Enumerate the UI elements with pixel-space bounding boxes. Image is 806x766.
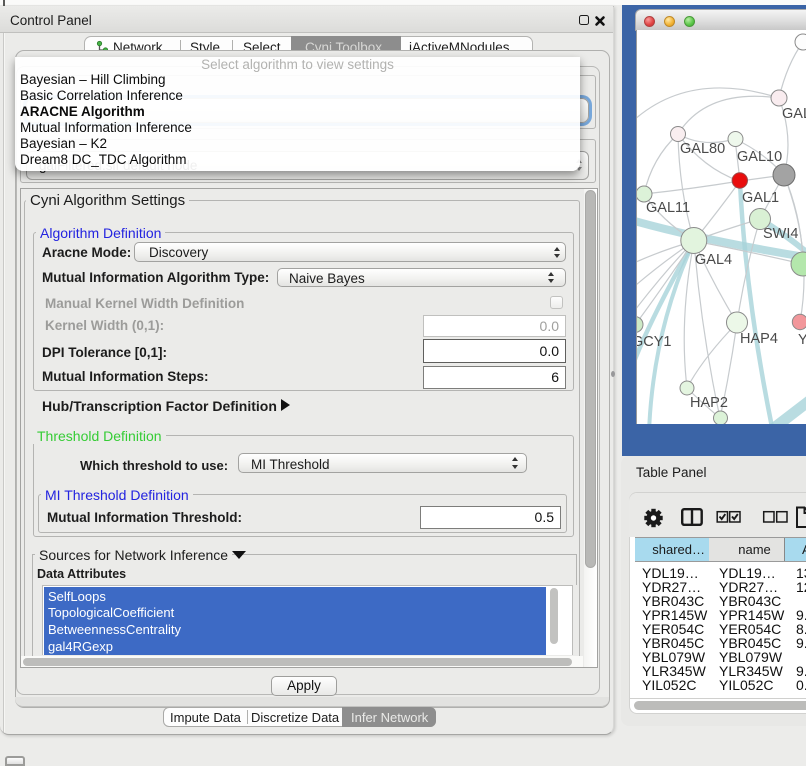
svg-text:HAP2: HAP2 xyxy=(690,395,728,411)
svg-text:GCY1: GCY1 xyxy=(637,334,672,350)
svg-text:GAL1: GAL1 xyxy=(742,190,779,206)
svg-text:GAL80: GAL80 xyxy=(680,141,725,157)
svg-text:GAL11: GAL11 xyxy=(646,200,690,216)
svg-text:GAL2: GAL2 xyxy=(782,106,806,122)
svg-text:YMR: YMR xyxy=(798,332,806,348)
svg-text:GAL10: GAL10 xyxy=(737,149,782,165)
svg-text:GAL4: GAL4 xyxy=(695,252,732,268)
svg-text:HAP4: HAP4 xyxy=(740,331,778,347)
svg-text:SWI4: SWI4 xyxy=(763,226,798,242)
